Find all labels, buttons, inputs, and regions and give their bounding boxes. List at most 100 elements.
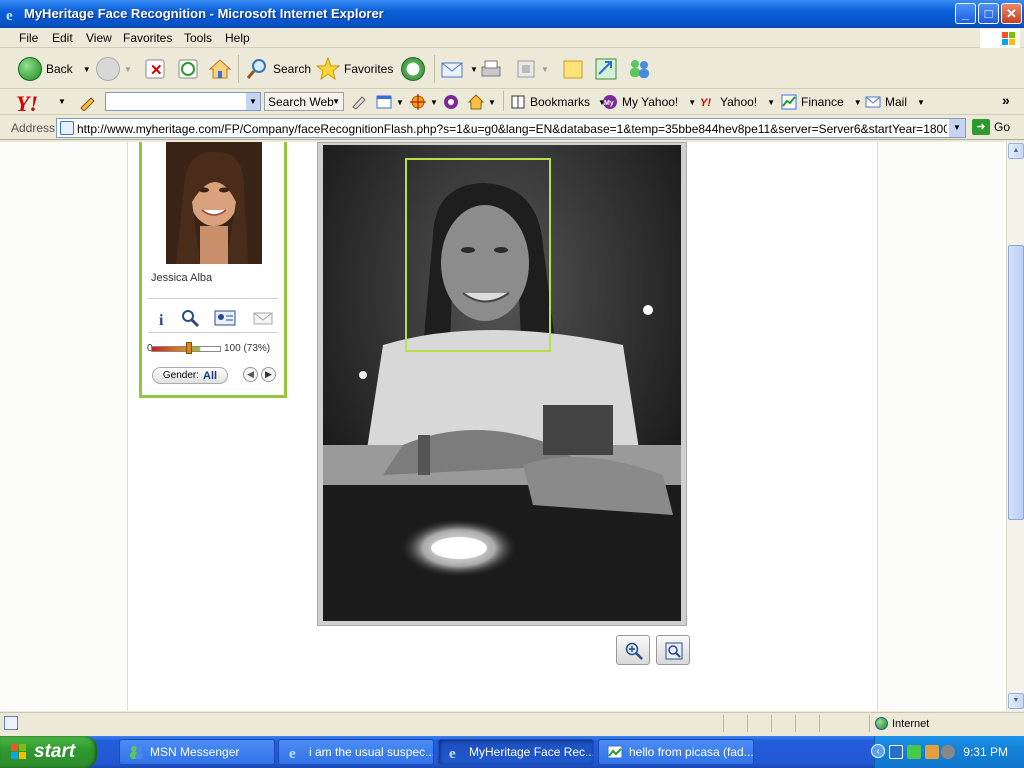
- match-name: Jessica Alba: [151, 272, 213, 284]
- search-icon: [246, 59, 266, 79]
- task-label: MSN Messenger: [150, 745, 240, 759]
- signal-icon[interactable]: [907, 745, 921, 759]
- history-button[interactable]: [401, 55, 425, 83]
- chevron-down-icon[interactable]: ▼: [124, 65, 132, 74]
- internet-explorer-icon: e: [449, 746, 456, 760]
- left-margin: [0, 142, 128, 711]
- task-label: MyHeritage Face Rec...: [469, 745, 594, 759]
- search-button[interactable]: Search: [245, 55, 311, 83]
- close-button[interactable]: ✕: [1001, 3, 1022, 24]
- finance-button[interactable]: Finance ▼: [781, 94, 862, 110]
- msn-buddies-button[interactable]: [626, 55, 652, 83]
- address-bar: Address http://www.myheritage.com/FP/Com…: [0, 116, 1024, 140]
- zoom-in-button[interactable]: [616, 635, 650, 665]
- pencil-icon[interactable]: [78, 93, 98, 111]
- print-button[interactable]: [479, 55, 503, 83]
- info-icon[interactable]: i: [154, 308, 174, 329]
- windows-flag-icon: [11, 744, 26, 759]
- task-usual-suspects[interactable]: e i am the usual suspec...: [278, 739, 434, 765]
- chevron-down-icon[interactable]: ▼: [430, 98, 438, 107]
- stop-button[interactable]: ✕: [144, 55, 166, 83]
- chevron-down-icon[interactable]: ▼: [488, 98, 496, 107]
- yahoo-label: Yahoo!: [720, 95, 758, 109]
- chevron-down-icon[interactable]: ▼: [767, 98, 775, 107]
- back-button[interactable]: Back ▼: [18, 55, 91, 83]
- home-icon: [208, 59, 232, 79]
- more-chevron[interactable]: »: [1002, 92, 1010, 108]
- chevron-down-icon[interactable]: ▼: [332, 97, 340, 106]
- chevron-left-icon[interactable]: ‹: [871, 744, 885, 758]
- profile-card-icon[interactable]: [214, 308, 236, 328]
- maximize-button[interactable]: □: [978, 3, 999, 24]
- edit-button[interactable]: ▼: [515, 55, 549, 83]
- start-label: start: [34, 741, 76, 762]
- chevron-down-icon[interactable]: ▼: [470, 65, 478, 74]
- yahoo-search-input[interactable]: ▼: [105, 92, 261, 111]
- scroll-up-button[interactable]: ▲: [1008, 143, 1024, 159]
- home-button[interactable]: [208, 55, 232, 83]
- scroll-thumb[interactable]: [1008, 245, 1024, 520]
- book-icon: [511, 95, 525, 109]
- messenger-button[interactable]: [594, 55, 618, 83]
- task-msn-messenger[interactable]: MSN Messenger: [119, 739, 275, 765]
- menu-help[interactable]: Help: [225, 31, 250, 45]
- volume-icon[interactable]: [941, 745, 955, 759]
- chevron-down-icon[interactable]: ▼: [58, 97, 66, 106]
- chevron-down-icon[interactable]: ▼: [917, 98, 925, 107]
- finance-label: Finance: [801, 95, 844, 109]
- task-label: hello from picasa (fad...: [629, 745, 754, 759]
- go-button[interactable]: ➜ Go: [972, 119, 1010, 135]
- menu-edit[interactable]: Edit: [52, 31, 73, 45]
- yahoo-logo[interactable]: Y!: [16, 91, 38, 117]
- start-button[interactable]: start: [0, 736, 97, 768]
- chevron-down-icon[interactable]: ▼: [83, 65, 91, 74]
- chevron-down-icon[interactable]: ▼: [246, 93, 260, 110]
- next-match-button[interactable]: ▶: [261, 367, 276, 382]
- gender-filter-button[interactable]: Gender: All: [152, 367, 228, 384]
- search-label: Search: [273, 62, 312, 76]
- bookmarks-button[interactable]: Bookmarks ▼: [510, 94, 606, 110]
- notes-button[interactable]: [562, 55, 584, 83]
- slider-handle[interactable]: [186, 342, 192, 354]
- mail-button[interactable]: ▼: [440, 55, 478, 83]
- svg-text:My: My: [604, 100, 614, 107]
- search-web-button[interactable]: Search Web ▼: [264, 92, 344, 111]
- menu-favorites[interactable]: Favorites: [123, 31, 172, 45]
- celebrity-photo[interactable]: [166, 142, 262, 264]
- mail-yahoo-button[interactable]: Mail ▼: [865, 94, 925, 110]
- minimize-button[interactable]: _: [955, 3, 976, 24]
- face-detection-box[interactable]: [405, 158, 551, 352]
- highlighter-icon[interactable]: [350, 94, 368, 110]
- envelope-icon[interactable]: [253, 308, 273, 328]
- previous-match-button[interactable]: ◀: [243, 367, 258, 382]
- menu-view[interactable]: View: [86, 31, 112, 45]
- chevron-down-icon[interactable]: ▼: [396, 98, 404, 107]
- chevron-down-icon[interactable]: ▼: [688, 98, 696, 107]
- vertical-scrollbar[interactable]: ▲ ▼: [1006, 142, 1024, 711]
- chevron-down-icon[interactable]: ▼: [854, 98, 862, 107]
- fit-to-window-button[interactable]: [656, 635, 690, 665]
- task-picasa[interactable]: hello from picasa (fad...: [598, 739, 754, 765]
- task-myheritage[interactable]: e MyHeritage Face Rec...: [438, 739, 594, 765]
- games-button[interactable]: ▼: [468, 94, 496, 110]
- window-icon: [376, 95, 392, 109]
- yahoo-button[interactable]: Y! Yahoo! ▼: [700, 94, 775, 110]
- favorites-button[interactable]: Favorites: [316, 55, 393, 83]
- my-yahoo-button[interactable]: My My Yahoo! ▼: [602, 94, 696, 110]
- msn-tray-icon[interactable]: [925, 745, 939, 759]
- network-icon[interactable]: [889, 745, 903, 759]
- fit-window-icon: [665, 642, 683, 660]
- headphones-icon[interactable]: [443, 94, 459, 110]
- edit-page-icon: [517, 60, 535, 78]
- refresh-button[interactable]: [177, 55, 199, 83]
- popup-blocker-button[interactable]: ▼: [376, 94, 404, 110]
- menu-tools[interactable]: Tools: [184, 31, 212, 45]
- chevron-down-icon[interactable]: ▼: [541, 65, 549, 74]
- magnifier-icon[interactable]: [180, 308, 200, 328]
- antispy-button[interactable]: ▼: [410, 94, 438, 110]
- chevron-down-icon[interactable]: ▼: [949, 119, 965, 137]
- menu-file[interactable]: File: [19, 31, 38, 45]
- scroll-down-button[interactable]: ▼: [1008, 693, 1024, 709]
- forward-button[interactable]: ▼: [96, 55, 132, 83]
- address-input[interactable]: http://www.myheritage.com/FP/Company/fac…: [56, 118, 966, 138]
